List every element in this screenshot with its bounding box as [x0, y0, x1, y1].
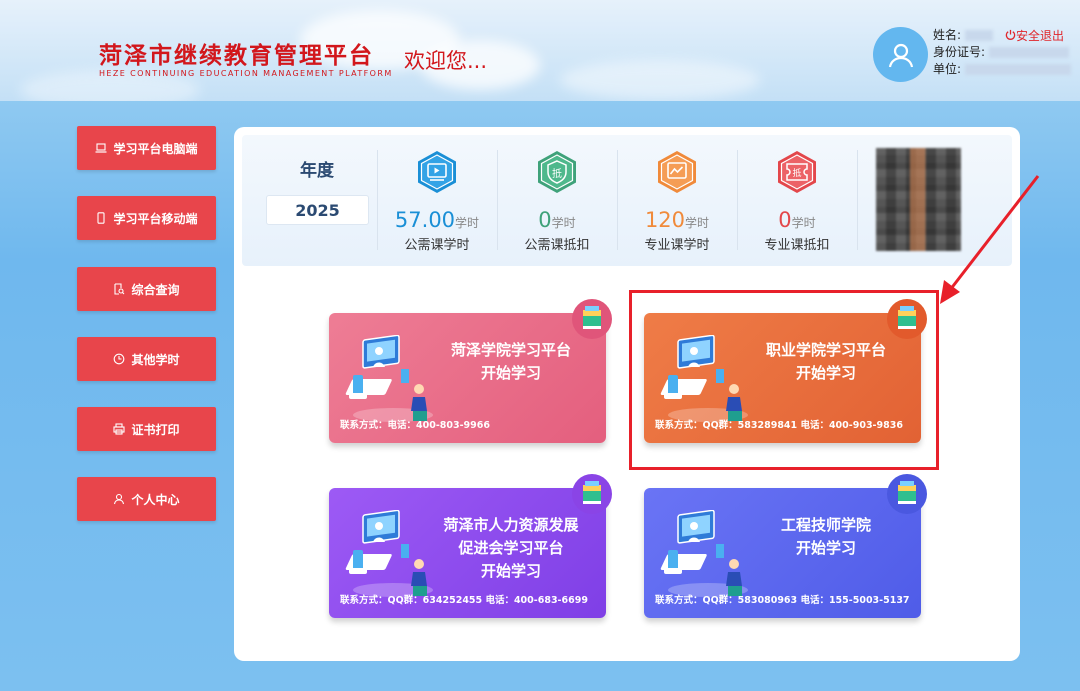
name-value-redacted: [965, 30, 994, 41]
sidebar-item-mobile-platform[interactable]: 学习平台移动端: [77, 196, 216, 240]
stat-unit: 学时: [551, 216, 576, 230]
card-title-line: 开始学习: [480, 562, 541, 580]
avatar[interactable]: [873, 27, 928, 82]
divider: [857, 150, 858, 250]
card-title-line: 工程技师学院: [780, 516, 871, 534]
power-icon: [1005, 29, 1016, 43]
books-icon: [887, 474, 927, 514]
sidebar-item-label: 证书打印: [131, 422, 180, 437]
sidebar-item-label: 其他学时: [131, 352, 180, 367]
stat-value: 0: [778, 208, 792, 232]
sidebar-item-label: 学习平台移动端: [113, 211, 198, 226]
sidebar-item-certificate-print[interactable]: 证书打印: [77, 407, 216, 451]
header: 菏泽市继续教育管理平台 HEZE CONTINUING EDUCATION MA…: [0, 0, 1080, 101]
laptop-icon: [95, 142, 107, 154]
sidebar-item-query[interactable]: 综合查询: [77, 267, 216, 311]
sidebar-item-personal-center[interactable]: 个人中心: [77, 477, 216, 521]
books-icon: [572, 299, 612, 339]
chart-icon: [655, 150, 699, 194]
year-selector[interactable]: 2025: [266, 195, 369, 225]
arrow-annotation: [940, 175, 1040, 304]
unit-label: 单位:: [933, 62, 962, 76]
stat-value: 120: [644, 208, 686, 232]
card-title: 菏泽学院学习平台 开始学习: [426, 339, 596, 385]
name-label: 姓名:: [933, 28, 962, 42]
mobile-icon: [95, 212, 107, 224]
card-contact: 联系方式：电话：400-803-9966: [340, 420, 490, 431]
card-title-line: 开始学习: [795, 539, 856, 557]
deduct-icon: 抵: [535, 150, 579, 194]
user-avatar-icon: [888, 43, 913, 67]
card-title-line: 促进会学习平台: [458, 539, 564, 557]
svg-text:抵: 抵: [792, 167, 801, 179]
platform-card-heze-university[interactable]: 菏泽学院学习平台 开始学习 联系方式：电话：400-803-9966: [329, 299, 612, 443]
platform-card-engineering-technician[interactable]: 工程技师学院 开始学习 联系方式：QQ群：583080963 电话：155-50…: [644, 474, 927, 618]
printer-icon: [113, 423, 126, 435]
stat-value: 0: [538, 208, 552, 232]
platform-subtitle: HEZE CONTINUING EDUCATION MANAGEMENT PLA…: [99, 69, 393, 78]
clock-icon: [113, 353, 125, 365]
card-title: 工程技师学院 开始学习: [741, 514, 911, 560]
stat-label: 公需课抵扣: [524, 238, 590, 253]
stat-public-deduct: 抵 0学时 公需课抵扣: [497, 150, 617, 253]
sidebar-item-label: 个人中心: [131, 492, 180, 507]
search-doc-icon: [113, 283, 125, 295]
stat-value: 57.00: [394, 208, 456, 232]
card-title-line: 开始学习: [480, 364, 541, 382]
sidebar-item-label: 综合查询: [131, 282, 180, 297]
deduct-ticket-icon: 抵: [775, 150, 819, 194]
sidebar-item-label: 学习平台电脑端: [113, 141, 198, 156]
books-icon: [572, 474, 612, 514]
stat-public-hours: 57.00学时 公需课学时: [377, 150, 497, 253]
stat-label: 公需课学时: [404, 238, 470, 253]
stat-professional-deduct: 抵 0学时 专业课抵扣: [737, 150, 857, 253]
sidebar-item-pc-platform[interactable]: 学习平台电脑端: [77, 126, 216, 170]
stat-unit: 学时: [791, 216, 816, 230]
logout-button[interactable]: 安全退出: [1005, 27, 1064, 44]
stat-professional-hours: 120学时 专业课学时: [617, 150, 737, 253]
video-icon: [415, 150, 459, 194]
id-value-redacted: [989, 47, 1070, 58]
svg-text:抵: 抵: [552, 167, 562, 180]
cloud-decoration: [560, 60, 760, 100]
highlight-box-annotation: [629, 290, 939, 470]
user-icon: [113, 493, 125, 505]
stat-unit: 学时: [685, 216, 710, 230]
stat-label: 专业课抵扣: [764, 238, 830, 253]
card-title-line: 菏泽学院学习平台: [450, 341, 571, 359]
year-label: 年度: [300, 161, 334, 181]
id-label: 身份证号:: [933, 45, 986, 59]
card-contact: 联系方式：QQ群：634252455 电话：400-683-6699: [340, 595, 588, 606]
card-title: 菏泽市人力资源发展 促进会学习平台 开始学习: [426, 514, 596, 583]
card-title-line: 菏泽市人力资源发展: [443, 516, 579, 534]
card-contact: 联系方式：QQ群：583080963 电话：155-5003-5137: [655, 595, 910, 606]
platform-card-hr-development[interactable]: 菏泽市人力资源发展 促进会学习平台 开始学习 联系方式：QQ群：63425245…: [329, 474, 612, 618]
sidebar-item-other-hours[interactable]: 其他学时: [77, 337, 216, 381]
welcome-text: 欢迎您...: [404, 49, 488, 73]
stat-label: 专业课学时: [644, 238, 710, 253]
logout-label: 安全退出: [1016, 29, 1065, 43]
platform-title: 菏泽市继续教育管理平台: [99, 42, 374, 69]
stat-unit: 学时: [455, 216, 480, 230]
unit-value-redacted: [965, 64, 1072, 75]
